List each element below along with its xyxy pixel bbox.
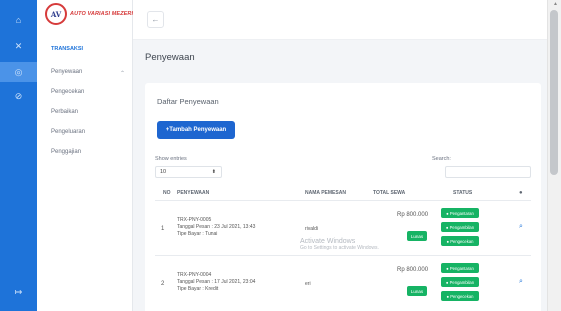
sidebar-section-transaksi: TRANSAKSI (51, 46, 84, 52)
sidebar-item-pengecekan[interactable]: Pengecekan (51, 89, 84, 95)
activate-windows-watermark: Activate Windows Go to Settings to activ… (300, 238, 379, 251)
chevron-down-icon: ⬍ (211, 169, 216, 175)
icon-rail: ⌂ ✕ ◎ ⊘ ↦ (0, 0, 37, 311)
zoom-icon[interactable]: ⌕ (519, 223, 523, 231)
scroll-up-icon[interactable]: ▲ (553, 1, 558, 7)
chevron-up-icon[interactable]: ⌃ (120, 70, 125, 77)
payment-status-badge: Lunas (407, 286, 427, 296)
sidebar: AV AUTO VARIASI MEZERI TRANSAKSI Penyewa… (37, 0, 133, 311)
total-rent: Rp 800.000 (397, 212, 429, 218)
watermark-subtitle: Go to Settings to activate Windows. (300, 245, 379, 251)
customer-name: rivaldi (305, 226, 319, 232)
transaction-icon[interactable]: ◎ (0, 62, 37, 82)
order-date: Tanggal Pesan : 23 Jul 2021, 13:43 (177, 224, 256, 230)
row-number: 1 (161, 226, 165, 232)
top-bar: ← (133, 0, 547, 40)
col-header-penyewaan[interactable]: PENYEWAAN (177, 190, 209, 196)
scrollbar-thumb[interactable] (550, 10, 558, 175)
show-entries-label: Show entries (155, 156, 187, 162)
total-rent: Rp 800.000 (397, 267, 429, 273)
report-icon[interactable]: ⊘ (0, 86, 37, 106)
brand-logo[interactable]: AV AUTO VARIASI MEZERI (45, 3, 133, 25)
logout-icon[interactable]: ↦ (0, 282, 37, 302)
status-pickup-button[interactable]: ● Pengambilan (441, 222, 479, 232)
sidebar-item-pengeluaran[interactable]: Pengeluaran (51, 129, 85, 135)
payment-type: Tipe Bayar : Kredit (177, 286, 219, 292)
rental-list-card: Daftar Penyewaan +Tambah Penyewaan Show … (145, 83, 541, 311)
rental-code: TRX-PNY-0004 (177, 272, 212, 278)
tools-icon[interactable]: ✕ (0, 36, 37, 56)
status-delivery-button[interactable]: ● Pengantaran (441, 263, 479, 273)
watermark-title: Activate Windows (300, 238, 356, 245)
zoom-icon[interactable]: ⌕ (519, 278, 523, 286)
settings-dot-icon[interactable]: ● (519, 190, 523, 196)
divider (155, 200, 531, 201)
search-input[interactable] (445, 166, 531, 178)
rental-code: TRX-PNY-0005 (177, 217, 212, 223)
status-pickup-button[interactable]: ● Pengambilan (441, 277, 479, 287)
status-check-button[interactable]: ● Pengecekan (441, 236, 479, 246)
col-header-total-sewa[interactable]: TOTAL SEWA (373, 190, 405, 196)
sidebar-item-penggajian[interactable]: Penggajian (51, 149, 81, 155)
status-delivery-button[interactable]: ● Pengantaran (441, 208, 479, 218)
status-check-button[interactable]: ● Pengecekan (441, 291, 479, 301)
back-button[interactable]: ← (147, 11, 164, 28)
add-rental-button[interactable]: +Tambah Penyewaan (157, 121, 235, 139)
col-header-status[interactable]: STATUS (453, 190, 472, 196)
page-title: Penyewaan (145, 52, 195, 63)
card-title: Daftar Penyewaan (157, 97, 219, 106)
col-header-nama-pemesan[interactable]: NAMA PEMESAN (305, 190, 346, 196)
payment-status-badge: Lunas (407, 231, 427, 241)
search-label: Search: (432, 156, 451, 162)
order-date: Tanggal Pesan : 17 Jul 2021, 23:04 (177, 279, 256, 285)
row-number: 2 (161, 281, 165, 287)
sidebar-item-perbaikan[interactable]: Perbaikan (51, 109, 78, 115)
sidebar-item-penyewaan[interactable]: Penyewaan (51, 69, 82, 75)
page-scrollbar[interactable]: ▲ (547, 0, 561, 311)
brand-name: AUTO VARIASI MEZERI (70, 11, 134, 17)
payment-type: Tipe Bayar : Tunai (177, 231, 218, 237)
main-content: Penyewaan Daftar Penyewaan +Tambah Penye… (133, 40, 547, 311)
logo-mark: AV (45, 3, 67, 25)
entries-value: 10 (160, 169, 167, 175)
entries-select[interactable]: 10 ⬍ (155, 166, 222, 178)
home-icon[interactable]: ⌂ (0, 10, 37, 30)
divider (155, 255, 531, 256)
arrow-left-icon: ← (151, 15, 160, 24)
customer-name: eri (305, 281, 311, 287)
col-header-no[interactable]: NO (163, 190, 171, 196)
